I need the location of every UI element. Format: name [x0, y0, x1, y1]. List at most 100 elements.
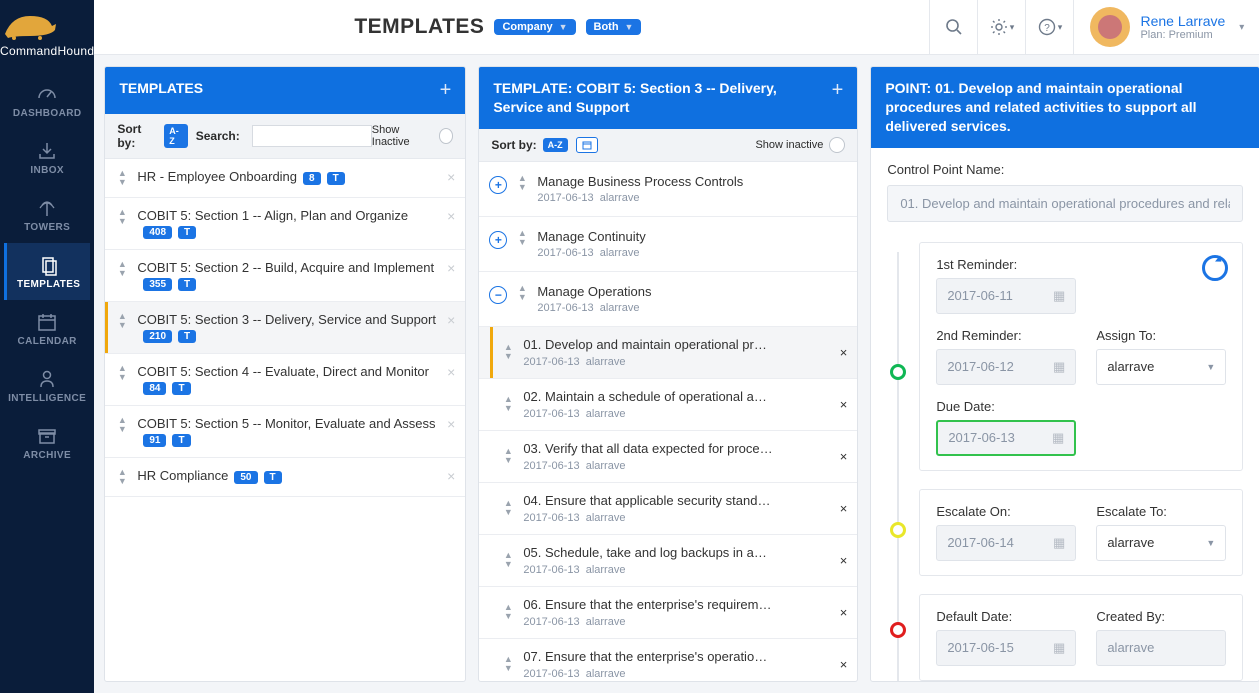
point-row[interactable]: ▲▼01. Develop and maintain operational p…: [479, 327, 857, 379]
count-badge: 210: [143, 330, 172, 343]
close-icon[interactable]: ×: [840, 605, 848, 620]
archive-icon: [35, 424, 59, 448]
scope-selector[interactable]: Company ▼: [494, 19, 575, 35]
drag-handle[interactable]: ▲▼: [501, 343, 515, 361]
group-row[interactable]: −▲▼Manage Operations2017-06-13 alarrave: [479, 272, 857, 327]
template-row[interactable]: ▲▼COBIT 5: Section 1 -- Align, Plan and …: [105, 198, 465, 250]
close-icon[interactable]: ×: [447, 416, 455, 432]
escalate-on-input[interactable]: 2017-06-14 ▦: [936, 525, 1076, 561]
close-icon[interactable]: ×: [447, 468, 455, 484]
close-icon[interactable]: ×: [840, 345, 848, 360]
created-by-label: Created By:: [1096, 609, 1226, 624]
default-date-input[interactable]: 2017-06-15 ▦: [936, 630, 1076, 666]
collapse-icon[interactable]: −: [489, 286, 507, 304]
template-row[interactable]: ▲▼COBIT 5: Section 2 -- Build, Acquire a…: [105, 250, 465, 302]
search-button[interactable]: [929, 0, 977, 55]
template-row[interactable]: ▲▼HR Compliance50T×: [105, 458, 465, 497]
user-plan: Plan: Premium: [1140, 29, 1225, 41]
close-icon[interactable]: ×: [447, 208, 455, 224]
second-reminder-input[interactable]: 2017-06-12 ▦: [936, 349, 1076, 385]
add-point-button[interactable]: +: [832, 79, 844, 102]
chevron-down-icon: ▾: [1239, 22, 1244, 33]
type-label: Both: [594, 21, 619, 33]
sort-date-button[interactable]: [576, 137, 598, 153]
sort-az-button[interactable]: A-Z: [543, 138, 568, 152]
nav-item-archive[interactable]: ARCHIVE: [4, 414, 90, 471]
drag-handle[interactable]: ▲▼: [501, 499, 515, 517]
drag-handle[interactable]: ▲▼: [115, 208, 129, 226]
user-menu[interactable]: Rene Larrave Plan: Premium ▾: [1073, 0, 1259, 55]
group-row[interactable]: +▲▼Manage Continuity2017-06-13 alarrave: [479, 217, 857, 272]
point-row[interactable]: ▲▼03. Verify that all data expected for …: [479, 431, 857, 483]
control-point-name-input[interactable]: [887, 185, 1243, 222]
drag-handle[interactable]: ▲▼: [115, 468, 129, 486]
point-meta: 2017-06-13 alarrave: [523, 668, 839, 680]
drag-handle[interactable]: ▲▼: [501, 551, 515, 569]
escalate-to-select[interactable]: alarrave ▼: [1096, 525, 1226, 561]
nav-item-towers[interactable]: TOWERS: [4, 186, 90, 243]
close-icon[interactable]: ×: [840, 501, 848, 516]
close-icon[interactable]: ×: [447, 260, 455, 276]
second-reminder-label: 2nd Reminder:: [936, 328, 1076, 343]
drag-handle[interactable]: ▲▼: [115, 364, 129, 382]
chevron-down-icon: ▼: [1206, 538, 1215, 548]
show-inactive-toggle[interactable]: [829, 137, 845, 153]
template-row[interactable]: ▲▼HR - Employee Onboarding8T×: [105, 159, 465, 198]
drag-handle[interactable]: ▲▼: [501, 395, 515, 413]
drag-handle[interactable]: ▲▼: [515, 174, 529, 192]
add-template-button[interactable]: +: [440, 79, 452, 102]
count-badge: 8: [303, 172, 321, 185]
close-icon[interactable]: ×: [840, 553, 848, 568]
nav-item-dashboard[interactable]: DASHBOARD: [4, 72, 90, 129]
template-title: COBIT 5: Section 4 -- Evaluate, Direct a…: [137, 364, 429, 379]
help-button[interactable]: ? ▾: [1025, 0, 1073, 55]
due-date-input[interactable]: 2017-06-13 ▦: [936, 420, 1076, 456]
drag-handle[interactable]: ▲▼: [115, 260, 129, 278]
close-icon[interactable]: ×: [840, 397, 848, 412]
close-icon[interactable]: ×: [447, 312, 455, 328]
point-row[interactable]: ▲▼02. Maintain a schedule of operational…: [479, 379, 857, 431]
point-row[interactable]: ▲▼06. Ensure that the enterprise's requi…: [479, 587, 857, 639]
sort-az-button[interactable]: A-Z: [164, 124, 188, 148]
drag-handle[interactable]: ▲▼: [501, 655, 515, 673]
type-badge: T: [172, 382, 190, 395]
close-icon[interactable]: ×: [447, 169, 455, 185]
templates-column: TEMPLATES + Sort by: A-Z Search: Show In…: [104, 66, 466, 682]
templates-column-header: TEMPLATES +: [105, 67, 465, 114]
calendar-icon: [35, 310, 59, 334]
point-row[interactable]: ▲▼07. Ensure that the enterprise's opera…: [479, 639, 857, 681]
template-row[interactable]: ▲▼ COBIT 5: Section 4 -- Evaluate, Direct…: [105, 354, 465, 406]
point-row[interactable]: ▲▼05. Schedule, take and log backups in …: [479, 535, 857, 587]
drag-handle[interactable]: ▲▼: [115, 416, 129, 434]
first-reminder-label: 1st Reminder:: [936, 257, 1226, 272]
show-inactive-toggle[interactable]: [439, 128, 453, 144]
group-meta: 2017-06-13 alarrave: [537, 192, 847, 204]
drag-handle[interactable]: ▲▼: [115, 312, 129, 330]
expand-icon[interactable]: +: [489, 231, 507, 249]
template-row[interactable]: ▲▼COBIT 5: Section 5 -- Monitor, Evaluat…: [105, 406, 465, 458]
type-selector[interactable]: Both ▼: [586, 19, 642, 35]
nav-item-intelligence[interactable]: INTELLIGENCE: [4, 357, 90, 414]
close-icon[interactable]: ×: [447, 364, 455, 380]
template-row[interactable]: ▲▼COBIT 5: Section 3 -- Delivery, Servic…: [105, 302, 465, 354]
close-icon[interactable]: ×: [840, 657, 848, 672]
assign-to-select[interactable]: alarrave ▼: [1096, 349, 1226, 385]
refresh-icon[interactable]: [1202, 255, 1228, 281]
drag-handle[interactable]: ▲▼: [515, 229, 529, 247]
expand-icon[interactable]: +: [489, 176, 507, 194]
group-row[interactable]: +▲▼Manage Business Process Controls2017-…: [479, 162, 857, 217]
nav-item-templates[interactable]: TEMPLATES: [4, 243, 90, 300]
drag-handle[interactable]: ▲▼: [501, 447, 515, 465]
settings-button[interactable]: ▾: [977, 0, 1025, 55]
drag-handle[interactable]: ▲▼: [515, 284, 529, 302]
nav-label: ARCHIVE: [23, 450, 71, 461]
point-detail-header: POINT: 01. Develop and maintain operatio…: [871, 67, 1259, 148]
close-icon[interactable]: ×: [840, 449, 848, 464]
drag-handle[interactable]: ▲▼: [115, 169, 129, 187]
nav-item-inbox[interactable]: INBOX: [4, 129, 90, 186]
point-row[interactable]: ▲▼04. Ensure that applicable security st…: [479, 483, 857, 535]
nav-item-calendar[interactable]: CALENDAR: [4, 300, 90, 357]
first-reminder-input[interactable]: 2017-06-11 ▦: [936, 278, 1076, 314]
search-input[interactable]: [252, 125, 372, 147]
drag-handle[interactable]: ▲▼: [501, 603, 515, 621]
